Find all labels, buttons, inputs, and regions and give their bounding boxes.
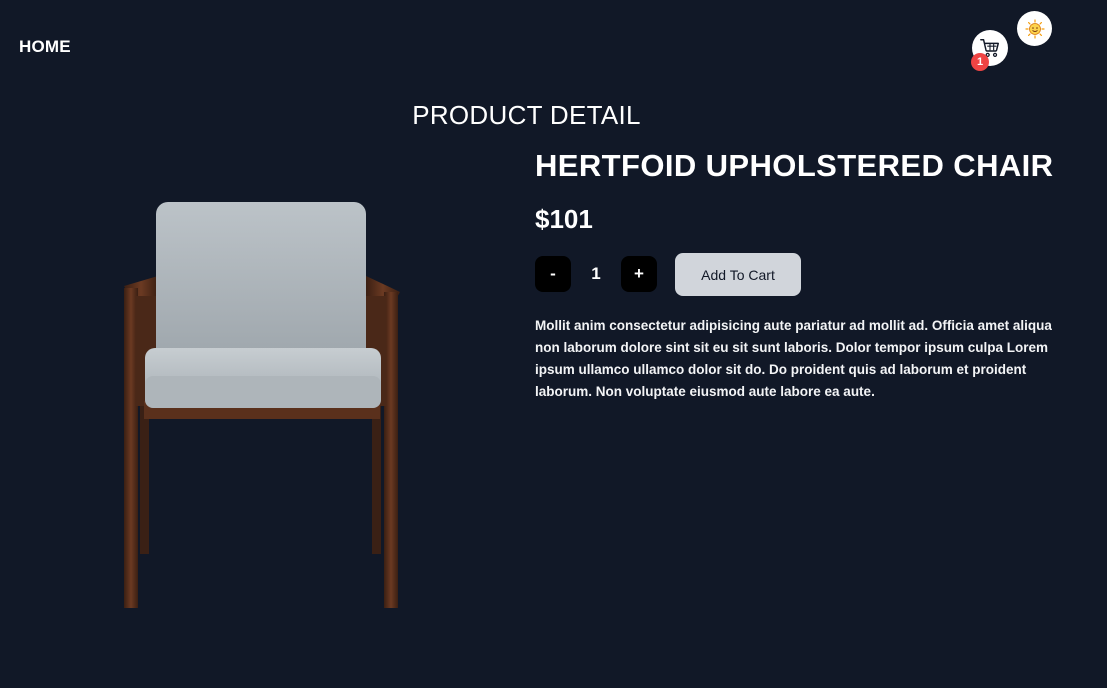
- increment-quantity-button[interactable]: +: [621, 256, 657, 292]
- product-image: [110, 196, 415, 616]
- upholstered-chair-image: [124, 202, 400, 608]
- page-title: PRODUCT DETAIL: [412, 100, 641, 130]
- product-name: HERTFOID UPHOLSTERED CHAIR: [535, 148, 1054, 183]
- cart-count-badge: 1: [971, 53, 989, 71]
- decrement-quantity-button[interactable]: -: [535, 256, 571, 292]
- top-navigation: HOME 1: [0, 0, 1107, 90]
- home-link[interactable]: HOME: [19, 37, 71, 57]
- product-price: $101: [535, 204, 593, 234]
- smiley-face-icon: [1024, 18, 1045, 39]
- user-avatar[interactable]: [1017, 11, 1052, 46]
- cart-button[interactable]: 1: [971, 30, 1008, 71]
- add-to-cart-button[interactable]: Add To Cart: [675, 253, 801, 296]
- quantity-value: 1: [591, 264, 601, 283]
- product-description: Mollit anim consectetur adipisicing aute…: [535, 318, 1052, 399]
